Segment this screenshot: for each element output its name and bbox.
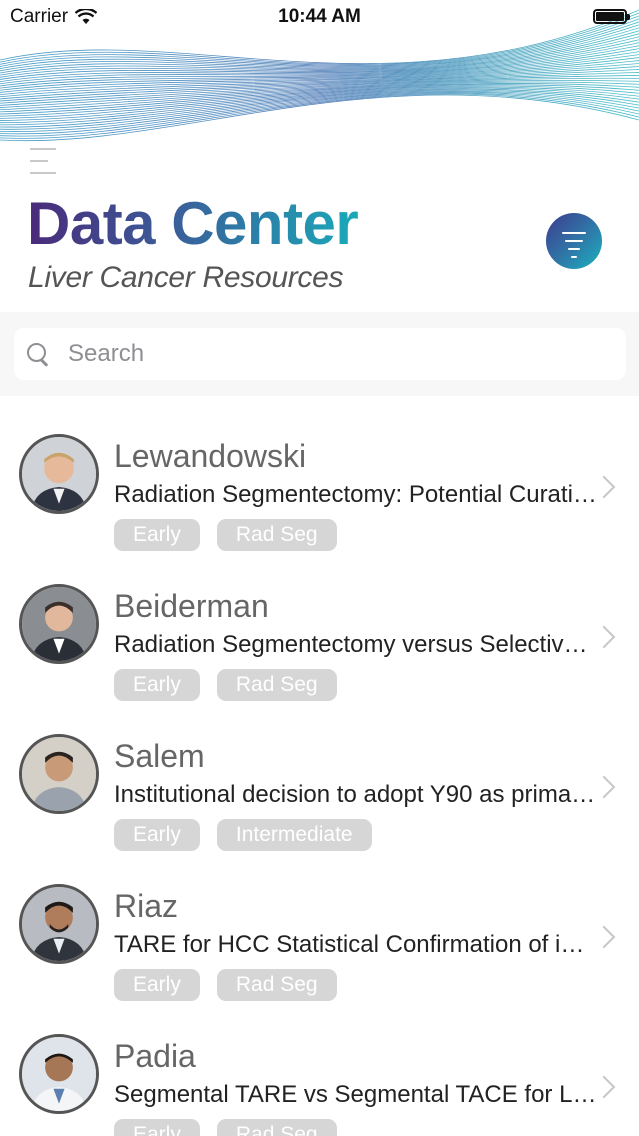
avatar: [19, 584, 99, 664]
chevron-right-icon: [596, 1075, 610, 1099]
search-icon: [26, 342, 50, 366]
item-title: Segmental TARE vs Segmental TACE for Loc…: [114, 1081, 599, 1108]
item-name: Lewandowski: [114, 438, 307, 474]
chevron-right-icon: [596, 925, 610, 949]
item-title: Institutional decision to adopt Y90 as p…: [114, 781, 599, 808]
chevron-right-icon: [596, 625, 610, 649]
item-name: Salem: [114, 738, 205, 774]
tag-badge: Early: [114, 1119, 200, 1136]
avatar: [19, 884, 99, 964]
item-title: Radiation Segmentectomy versus Selective…: [114, 631, 599, 658]
list-item[interactable]: Lewandowski Radiation Segmentectomy: Pot…: [0, 396, 639, 551]
item-name: Riaz: [114, 888, 179, 924]
search-bar-container: [0, 312, 639, 396]
page-title: Data Center: [27, 188, 359, 260]
item-name: Beiderman: [114, 588, 269, 624]
hamburger-menu-icon[interactable]: [30, 148, 58, 178]
avatar: [19, 734, 99, 814]
tag-badge: Rad Seg: [216, 1119, 337, 1136]
item-title: TARE for HCC Statistical Confirmation of…: [114, 931, 599, 958]
resource-list: Lewandowski Radiation Segmentectomy: Pot…: [0, 396, 639, 1136]
list-item[interactable]: Salem Institutional decision to adopt Y9…: [0, 696, 639, 851]
avatar: [19, 1034, 99, 1114]
item-title: Radiation Segmentectomy: Potential Curat…: [114, 481, 599, 508]
item-name: Padia: [114, 1038, 196, 1074]
list-item[interactable]: Padia Segmental TARE vs Segmental TACE f…: [0, 996, 639, 1136]
list-item[interactable]: Riaz TARE for HCC Statistical Confirmati…: [0, 846, 639, 1001]
battery-icon: [593, 9, 630, 24]
chevron-right-icon: [596, 775, 610, 799]
tag-group: Early Rad Seg: [114, 1119, 337, 1136]
list-item[interactable]: Beiderman Radiation Segmentectomy versus…: [0, 546, 639, 701]
status-bar: Carrier 10:44 AM: [0, 0, 639, 34]
filter-icon: [562, 232, 586, 234]
search-input[interactable]: [68, 340, 588, 368]
search-box[interactable]: [14, 328, 626, 380]
filter-button[interactable]: [546, 213, 602, 269]
avatar: [19, 434, 99, 514]
status-time: 10:44 AM: [278, 6, 361, 27]
page-subtitle: Liver Cancer Resources: [28, 261, 344, 294]
chevron-right-icon: [596, 475, 610, 499]
